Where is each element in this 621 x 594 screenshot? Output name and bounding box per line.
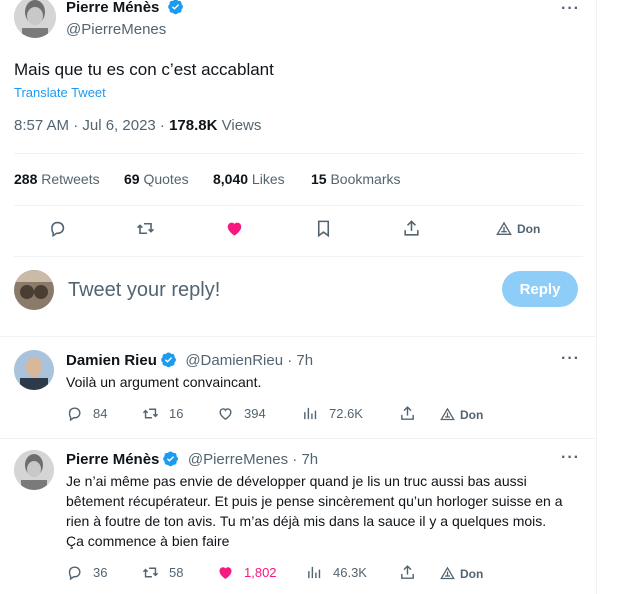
views-count: 72.6K <box>329 406 363 421</box>
views-chart-icon <box>308 566 321 579</box>
timestamp-text[interactable]: 8:57 AM · Jul 6, 2023 · <box>14 117 169 134</box>
like-count: 394 <box>244 406 266 421</box>
views-count: 46.3K <box>333 565 367 580</box>
author-avatar[interactable] <box>14 0 56 38</box>
divider <box>0 438 597 439</box>
more-options-icon[interactable]: ··· <box>561 0 580 18</box>
retweet-icon <box>142 408 159 419</box>
reply-header: Damien Rieu @DamienRieu · 7h <box>66 351 313 370</box>
composer-avatar-image <box>14 270 54 310</box>
reply-author-handle[interactable]: @DamienRieu <box>185 352 283 369</box>
divider <box>0 336 597 337</box>
verified-badge-icon <box>168 0 183 15</box>
retweet-count: 58 <box>169 565 184 580</box>
like-button[interactable] <box>225 219 244 238</box>
divider <box>14 256 583 257</box>
author-block: Pierre Ménès @PierreMenes <box>66 0 184 38</box>
author-name[interactable]: Pierre Ménès <box>66 0 159 16</box>
don-label: Don <box>460 407 484 422</box>
verified-badge-icon <box>163 451 179 467</box>
share-icon <box>404 220 419 236</box>
reply-author-handle[interactable]: @PierreMenes <box>188 451 288 468</box>
reply-button[interactable]: 36 <box>66 564 107 581</box>
author-handle[interactable]: @PierreMenes <box>66 21 184 38</box>
share-button[interactable] <box>399 564 416 581</box>
reply-button[interactable]: 84 <box>66 405 107 422</box>
composer-avatar <box>14 270 54 310</box>
don-button[interactable]: Don <box>440 407 483 422</box>
retweet-button[interactable]: 58 <box>142 564 183 581</box>
views-count: 178.8K <box>169 117 218 134</box>
retweet-button[interactable]: 16 <box>142 405 183 422</box>
reply-avatar-image <box>14 450 54 490</box>
don-triangle-icon <box>440 407 455 421</box>
don-triangle-icon <box>496 221 512 235</box>
reply-avatar[interactable] <box>14 350 54 390</box>
reply-count: 84 <box>93 406 108 421</box>
don-label: Don <box>517 222 541 236</box>
tweet-thread: Pierre Ménès @PierreMenes ··· Mais que t… <box>0 0 597 594</box>
more-options-icon[interactable]: ··· <box>561 350 580 368</box>
share-icon <box>401 565 414 579</box>
don-button[interactable]: Don <box>440 566 483 581</box>
more-options-icon[interactable]: ··· <box>561 449 580 467</box>
reply-button[interactable] <box>48 219 67 238</box>
don-button[interactable]: Don <box>496 221 540 237</box>
share-button[interactable] <box>402 219 421 238</box>
tweet-text: Mais que tu es con c’est accablant <box>14 60 274 79</box>
reply-icon <box>68 566 81 581</box>
reply-text: Je n’ai même pas envie de développer qua… <box>66 473 563 549</box>
reply-time[interactable]: · 7h <box>288 451 318 468</box>
like-count: 1,802 <box>244 565 277 580</box>
stat-bookmarks[interactable]: 15 Bookmarks <box>311 171 401 187</box>
share-icon <box>401 406 414 420</box>
views-button[interactable]: 72.6K <box>302 405 363 422</box>
reply-avatar-image <box>14 350 54 390</box>
stat-quotes[interactable]: 69 Quotes <box>124 171 189 187</box>
bookmark-button[interactable] <box>314 219 333 238</box>
like-button[interactable]: 394 <box>217 405 266 422</box>
reply-icon <box>68 407 81 422</box>
reply-icon <box>51 221 65 238</box>
divider <box>14 205 583 206</box>
share-button[interactable] <box>399 405 416 422</box>
views-button[interactable]: 46.3K <box>306 564 367 581</box>
reply-header: Pierre Ménès @PierreMenes · 7h <box>66 450 318 469</box>
reply-input[interactable]: Tweet your reply! <box>68 279 220 302</box>
bookmark-icon <box>317 220 330 238</box>
retweet-icon <box>142 567 159 578</box>
reply-time[interactable]: · 7h <box>283 352 313 369</box>
reply-avatar[interactable] <box>14 450 54 490</box>
reply-author-name[interactable]: Damien Rieu <box>66 352 157 369</box>
verified-badge-icon <box>161 352 176 368</box>
heart-icon <box>219 408 232 421</box>
views-label: Views <box>217 117 262 134</box>
heart-filled-icon <box>219 567 232 579</box>
reply-count: 36 <box>93 565 108 580</box>
avatar-image <box>14 0 56 38</box>
reply-submit-button[interactable]: Reply <box>502 271 578 307</box>
retweet-icon <box>137 222 154 235</box>
don-label: Don <box>460 566 484 581</box>
don-triangle-icon <box>440 566 455 580</box>
divider <box>14 153 583 154</box>
stat-retweets[interactable]: 288 Retweets <box>14 171 100 187</box>
reply-author-name[interactable]: Pierre Ménès <box>66 451 159 468</box>
tweet-timestamp: 8:57 AM · Jul 6, 2023 · 178.8K Views <box>14 117 261 134</box>
stat-likes[interactable]: 8,040 Likes <box>213 171 285 187</box>
retweet-button[interactable] <box>136 219 155 238</box>
views-chart-icon <box>304 407 317 420</box>
retweet-count: 16 <box>169 406 184 421</box>
reply-text: Voilà un argument convaincant. <box>66 374 262 390</box>
translate-tweet-link[interactable]: Translate Tweet <box>14 85 106 100</box>
heart-filled-icon <box>227 222 242 236</box>
like-button[interactable]: 1,802 <box>217 564 277 581</box>
